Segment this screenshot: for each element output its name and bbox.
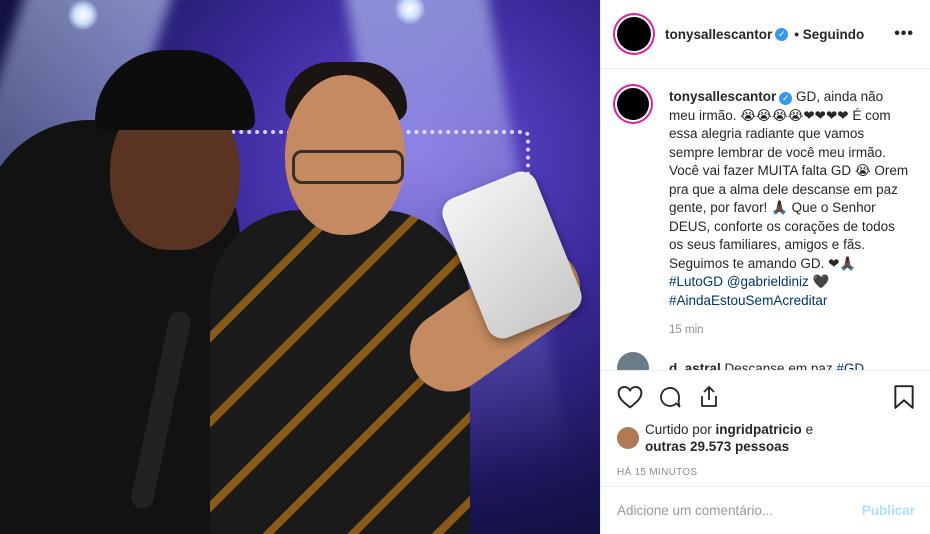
header-username[interactable]: tonysallescantor [665, 27, 772, 42]
post-header: tonysallescantor ✓ • Seguindo ••• [601, 0, 930, 69]
caption-username[interactable]: tonysallescantor [669, 89, 776, 104]
avatar[interactable] [617, 88, 649, 120]
more-options-icon[interactable]: ••• [894, 25, 914, 43]
stage-spotlight [68, 0, 98, 30]
heart-icon[interactable] [617, 385, 643, 409]
likes-summary: Curtido por ingridpatricio e outras 29.5… [617, 421, 915, 455]
hashtag-link[interactable]: #AindaEstouSemAcreditar [669, 293, 827, 308]
action-bar: Curtido por ingridpatricio e outras 29.5… [601, 370, 930, 478]
comment-username[interactable]: d_astral [669, 361, 721, 371]
caption-text: tonysallescantor ✓ GD, ainda não meu irmã… [669, 88, 909, 310]
comment-icon[interactable] [657, 385, 683, 409]
post-side-panel: tonysallescantor ✓ • Seguindo ••• tonysa… [600, 0, 930, 534]
glasses [292, 150, 404, 184]
comment-item: d_astral Descanse em paz #GD [617, 352, 915, 370]
caption-body: GD, ainda não meu irmão. 😭😭😭😭❤❤❤❤ É com … [669, 89, 909, 271]
mention-link[interactable]: @gabrieldiniz [727, 274, 809, 289]
hashtag-link[interactable]: #GD [836, 361, 864, 371]
comment-input[interactable] [617, 503, 862, 518]
caption-time: 15 min [669, 324, 704, 336]
likes-text: Curtido por ingridpatricio e outras 29.5… [645, 421, 813, 455]
post-timestamp: HÁ 15 MINUTOS [617, 467, 698, 478]
comment-body: Descanse em paz [720, 360, 837, 371]
hashtag-link[interactable]: #LutoGD [669, 274, 723, 289]
follow-status[interactable]: • Seguindo [794, 27, 864, 42]
caption: tonysallescantor ✓ GD, ainda não meu irmã… [617, 88, 915, 310]
verified-badge-icon: ✓ [775, 27, 789, 41]
post-photo[interactable] [0, 0, 600, 534]
liker-avatar[interactable] [617, 427, 639, 449]
verified-badge-icon: ✓ [779, 92, 793, 105]
avatar[interactable] [617, 17, 651, 51]
comment-text: d_astral Descanse em paz #GD [669, 361, 864, 371]
comments-area[interactable]: tonysallescantor ✓ GD, ainda não meu irmã… [601, 70, 930, 370]
follow-status-label: Seguindo [802, 26, 865, 42]
commenter-avatar[interactable] [617, 352, 649, 370]
publish-button[interactable]: Publicar [862, 503, 915, 518]
liker-username[interactable]: ingridpatricio [716, 422, 802, 437]
action-icons [617, 383, 915, 411]
caption-heart: 🖤 [808, 274, 830, 289]
share-icon[interactable] [697, 385, 721, 409]
likes-count-link[interactable]: outras 29.573 pessoas [645, 439, 789, 454]
likes-prefix: Curtido por [645, 422, 716, 437]
likes-mid: e [801, 422, 814, 437]
add-comment-bar: Publicar [601, 486, 930, 534]
bookmark-icon[interactable] [893, 384, 915, 410]
